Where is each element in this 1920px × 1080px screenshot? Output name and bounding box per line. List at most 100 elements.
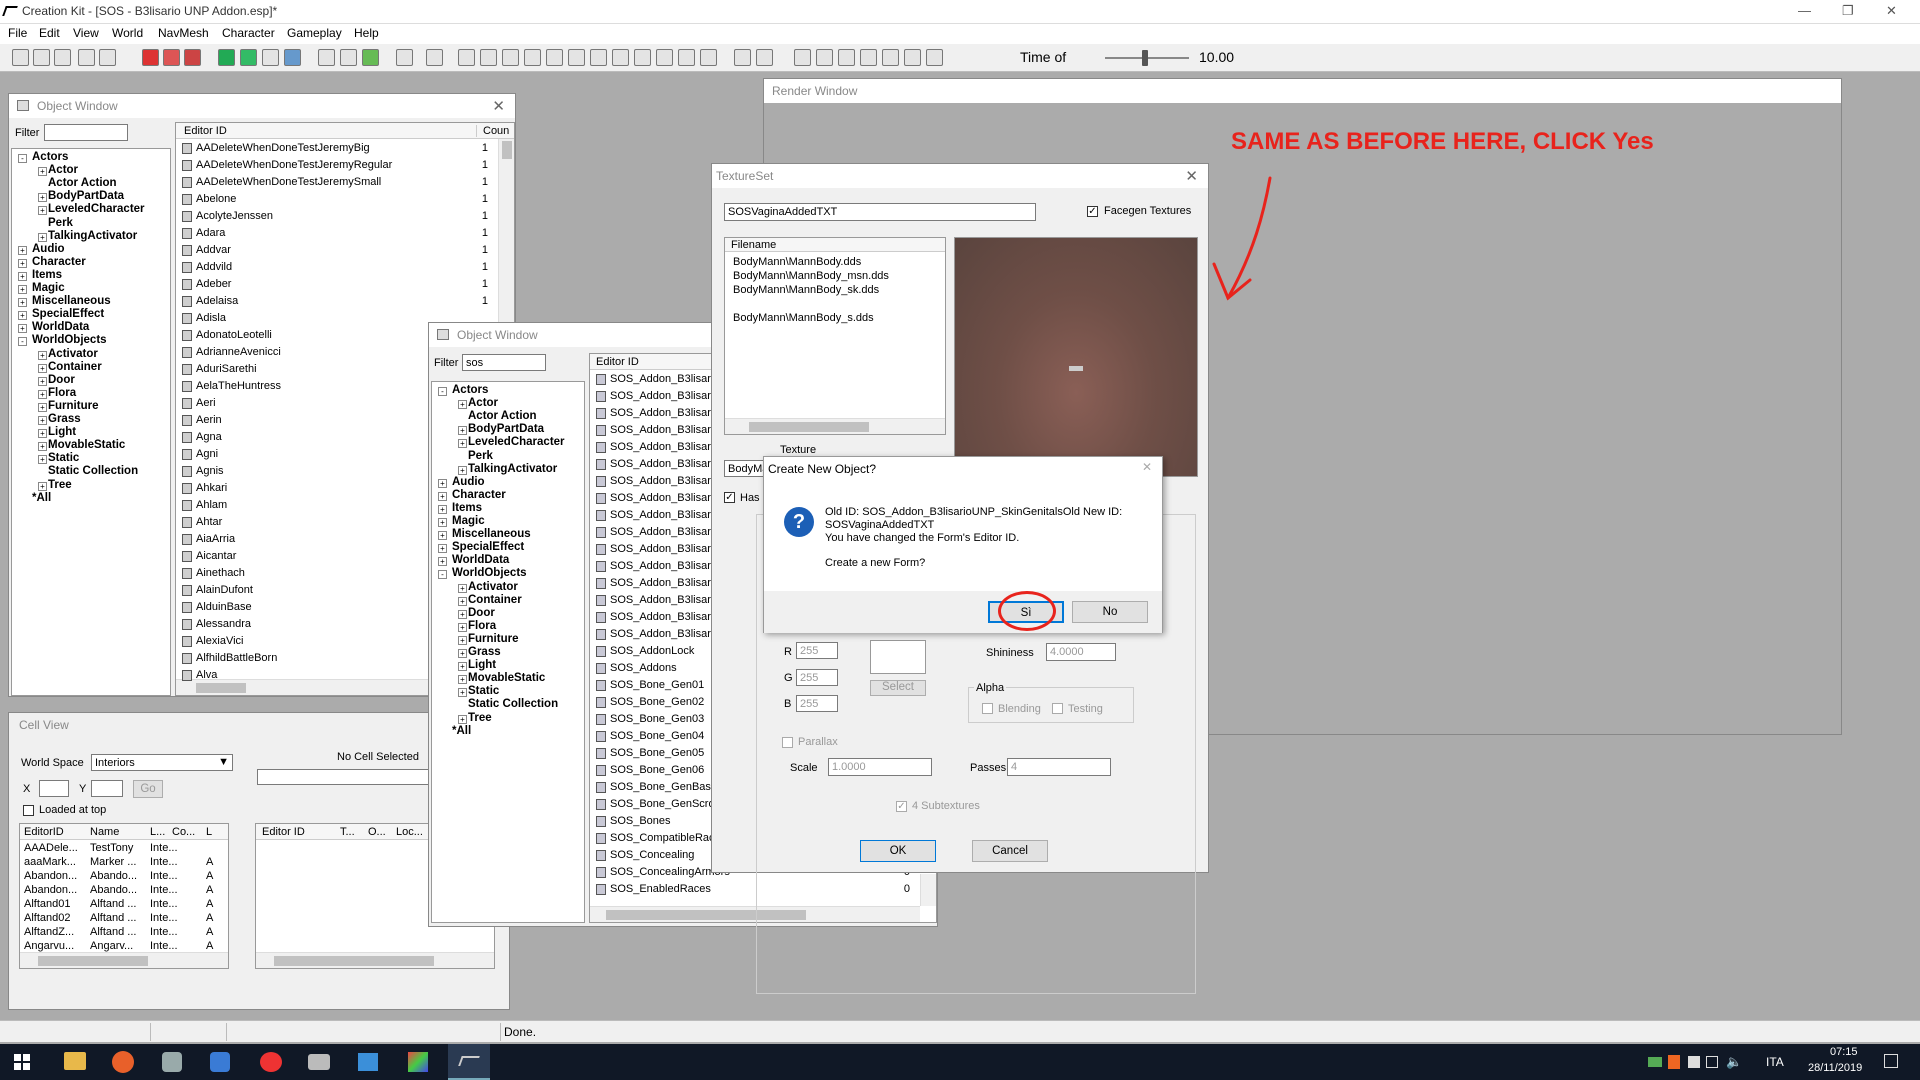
tree-item[interactable]: Tree	[468, 712, 492, 724]
menu-character[interactable]: Character	[222, 26, 275, 40]
tree-item[interactable]: Furniture	[468, 633, 518, 645]
chat-icon[interactable]	[396, 49, 413, 66]
c-icon[interactable]	[794, 49, 811, 66]
tree-item[interactable]: Audio	[32, 243, 65, 255]
expander-icon[interactable]: +	[38, 416, 47, 425]
expander-icon[interactable]: +	[38, 455, 47, 465]
table-row[interactable]: AlftandZ... Alftand ... Inte... A	[20, 925, 228, 939]
undo-icon[interactable]	[78, 49, 95, 66]
tree-item[interactable]: WorldObjects	[32, 334, 107, 346]
table-row[interactable]: Addvar 1	[176, 242, 514, 259]
app-icon-1[interactable]	[162, 1052, 182, 1072]
tree-item[interactable]: Actors	[452, 384, 488, 396]
col-l2[interactable]: L	[206, 826, 212, 838]
menu-help[interactable]: Help	[354, 26, 379, 40]
snap-icon[interactable]	[284, 49, 301, 66]
app-icon-4[interactable]	[308, 1054, 330, 1070]
disc-icon[interactable]	[838, 49, 855, 66]
horizontal-scrollbar[interactable]	[725, 418, 945, 434]
expander-icon[interactable]: +	[458, 622, 467, 632]
expander-icon[interactable]: +	[38, 429, 47, 439]
category-tree[interactable]: - Actors + Actor Actor Action + BodyPartData + L…	[11, 148, 171, 696]
expander-icon[interactable]: +	[18, 285, 27, 294]
tree-item[interactable]: Door	[48, 374, 75, 386]
menu-gameplay[interactable]: Gameplay	[287, 26, 342, 40]
expander-icon[interactable]: +	[458, 583, 467, 593]
grid-icon[interactable]	[262, 49, 279, 66]
tree-item[interactable]: Miscellaneous	[452, 528, 531, 540]
tree-item[interactable]: SpecialEffect	[32, 308, 104, 320]
tree-item[interactable]: SpecialEffect	[452, 541, 524, 553]
expander-icon[interactable]: +	[18, 245, 27, 255]
tree-item[interactable]: Furniture	[48, 400, 98, 412]
expander-icon[interactable]: +	[438, 491, 447, 501]
expander-icon[interactable]: +	[38, 350, 47, 360]
col-filename[interactable]: Filename	[731, 239, 776, 251]
close-icon[interactable]: ✕	[492, 97, 505, 115]
table-row[interactable]: Adeber 1	[176, 276, 514, 293]
tree-item[interactable]: Actor Action	[48, 177, 117, 189]
bounds-icon[interactable]	[184, 49, 201, 66]
table-row[interactable]: Abelone 1	[176, 191, 514, 208]
file-diffuse[interactable]: BodyMann\MannBody.dds	[733, 256, 861, 268]
tree-item[interactable]: Activator	[48, 348, 98, 360]
close-icon[interactable]: ✕	[1142, 460, 1152, 474]
expander-icon[interactable]: +	[458, 662, 467, 672]
creation-kit-task[interactable]	[448, 1044, 490, 1080]
box5-icon[interactable]	[634, 49, 651, 66]
has-checkbox[interactable]: ✓	[724, 492, 735, 503]
category-tree[interactable]: - Actors + Actor Actor Action + BodyPartData + L…	[431, 381, 585, 923]
table-row[interactable]: Addvild 1	[176, 259, 514, 276]
col-l[interactable]: L...	[150, 826, 165, 838]
horizontal-scrollbar[interactable]	[20, 952, 228, 968]
tree-item[interactable]: Actor	[48, 164, 78, 176]
cell-list[interactable]: EditorID Name L... Co... L AAADele... Tes…	[19, 823, 229, 969]
filter-input[interactable]	[44, 124, 128, 141]
file-skin[interactable]: BodyMann\MannBody_sk.dds	[733, 284, 879, 296]
circle-icon[interactable]	[502, 49, 519, 66]
table-row[interactable]: Abandon... Abando... Inte... A	[20, 869, 228, 883]
clock-date[interactable]: 28/11/2019	[1808, 1062, 1862, 1074]
camera-icon[interactable]	[756, 49, 773, 66]
language-indicator[interactable]: ITA	[1766, 1055, 1784, 1069]
menu-view[interactable]: View	[73, 26, 99, 40]
tree-item[interactable]: Items	[452, 502, 482, 514]
save-all-icon[interactable]	[54, 49, 71, 66]
col-name[interactable]: Name	[90, 826, 119, 838]
tree-item[interactable]: Light	[468, 659, 496, 671]
expander-icon[interactable]: +	[458, 688, 467, 698]
expander-icon[interactable]: +	[38, 376, 47, 386]
tree-item[interactable]: WorldObjects	[452, 567, 527, 579]
tree-item[interactable]: Grass	[48, 413, 81, 425]
table-row[interactable]: Adelaisa 1	[176, 293, 514, 310]
cancel-button[interactable]: Cancel	[972, 840, 1048, 862]
expander-icon[interactable]: -	[18, 154, 27, 163]
save-icon[interactable]	[33, 49, 50, 66]
menu-file[interactable]: File	[8, 26, 27, 40]
expander-icon[interactable]: +	[38, 402, 47, 412]
render-icon[interactable]	[142, 49, 159, 66]
expander-icon[interactable]: +	[18, 311, 27, 321]
parallax-checkbox[interactable]	[782, 737, 793, 748]
passes-input[interactable]: 4	[1007, 758, 1111, 776]
tree-item[interactable]: Static Collection	[468, 698, 558, 710]
start-icon[interactable]	[14, 1054, 30, 1070]
tree-item[interactable]: MovableStatic	[468, 672, 545, 684]
tree-item[interactable]: Perk	[468, 450, 493, 462]
expander-icon[interactable]: +	[458, 635, 467, 645]
expander-icon[interactable]: +	[458, 714, 467, 724]
expander-icon[interactable]: +	[458, 675, 467, 685]
shininess-input[interactable]: 4.0000	[1046, 643, 1116, 661]
tree-item[interactable]: Miscellaneous	[32, 295, 111, 307]
col-editor-id[interactable]: Editor ID	[596, 356, 639, 368]
sky-icon[interactable]	[340, 49, 357, 66]
scale-input[interactable]: 1.0000	[828, 758, 932, 776]
tree-item[interactable]: Perk	[48, 217, 73, 229]
file-specular[interactable]: BodyMann\MannBody_s.dds	[733, 312, 874, 324]
walk-icon[interactable]	[734, 49, 751, 66]
box4-icon[interactable]	[612, 49, 629, 66]
table-row[interactable]: Adara 1	[176, 225, 514, 242]
restore-icon[interactable]: ❐	[1842, 3, 1854, 19]
tree-item[interactable]: MovableStatic	[48, 439, 125, 451]
expander-icon[interactable]: +	[38, 363, 47, 373]
